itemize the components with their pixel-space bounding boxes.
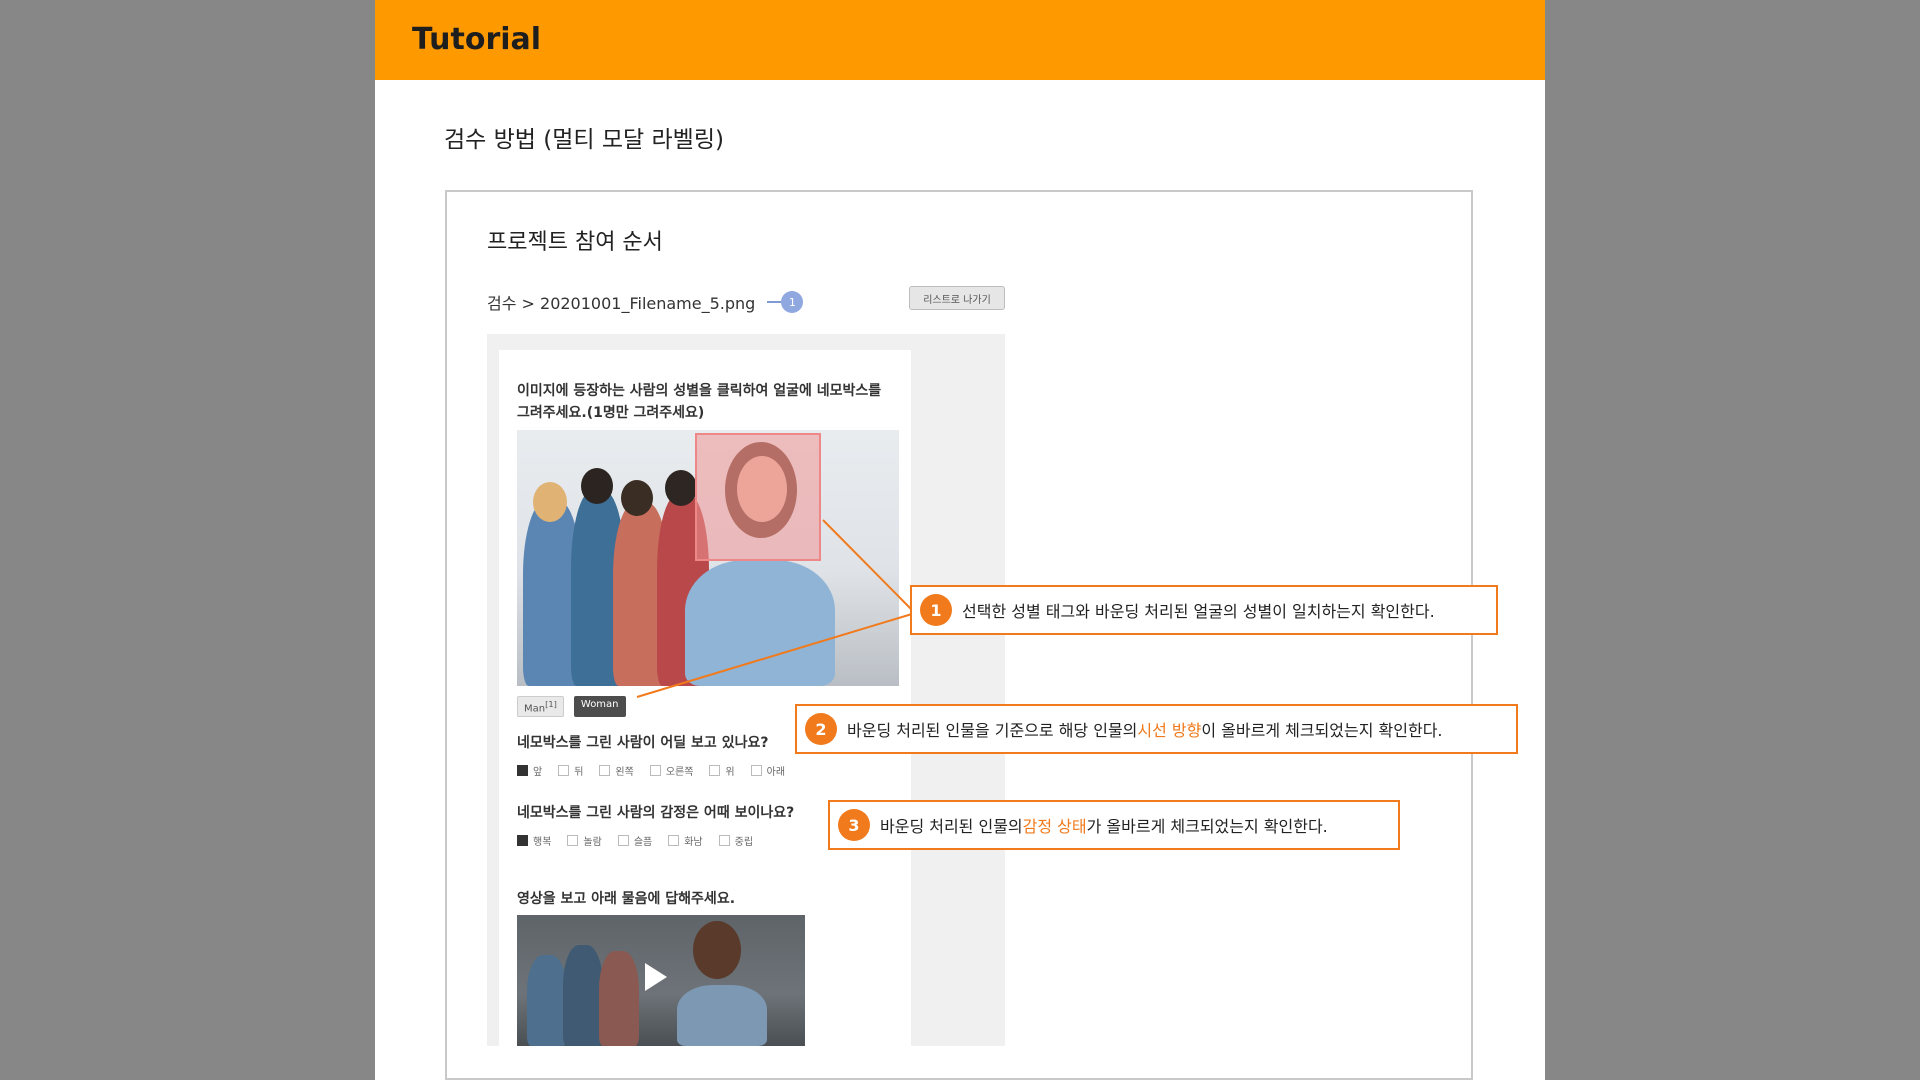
gaze-option[interactable]: 뒤	[558, 763, 583, 778]
checkbox[interactable]	[750, 765, 762, 776]
emotion-option[interactable]: 화남	[668, 833, 703, 848]
person-head	[693, 921, 741, 979]
frame-title: 프로젝트 참여 순서	[487, 230, 663, 255]
checkbox[interactable]	[617, 835, 629, 846]
tag-man-label: Man	[524, 703, 546, 715]
person-shape	[563, 945, 603, 1046]
gaze-option[interactable]: 왼쪽	[599, 763, 634, 778]
gaze-option[interactable]: 앞	[517, 763, 542, 778]
labeling-card: 이미지에 등장하는 사람의 성별을 클릭하여 얼굴에 네모박스를 그려주세요.(…	[499, 350, 911, 1046]
person-shape	[677, 985, 767, 1046]
option-label: 앞	[533, 767, 543, 778]
checkbox[interactable]	[668, 835, 680, 846]
person-head	[621, 480, 653, 516]
breadcrumb-marker: 1	[767, 291, 804, 313]
checkbox-checked[interactable]	[517, 835, 528, 846]
callout-text: 선택한 성별 태그와 바운딩 처리된 얼굴의 성별이 일치하는지 확인한다.	[962, 602, 1435, 621]
option-label: 행복	[533, 837, 552, 848]
checkbox[interactable]	[649, 765, 661, 776]
screenshot-frame: 프로젝트 참여 순서 검수 > 20201001_Filename_5.png …	[445, 190, 1473, 1080]
callout-number: 2	[805, 713, 837, 745]
question-gaze: 네모박스를 그린 사람이 어딜 보고 있나요?	[517, 735, 769, 751]
slide-header: Tutorial	[375, 0, 1545, 80]
emotion-option[interactable]: 놀람	[567, 833, 602, 848]
content-panel: 이미지에 등장하는 사람의 성별을 클릭하여 얼굴에 네모박스를 그려주세요.(…	[487, 334, 1005, 1046]
option-label: 아래	[766, 767, 786, 778]
video-question-title: 영상을 보고 아래 물음에 답해주세요.	[517, 891, 736, 907]
gaze-option[interactable]: 오른쪽	[649, 763, 694, 778]
option-label: 중립	[734, 837, 754, 848]
callout-3: 3 바운딩 처리된 인물의 감정 상태 가 올바르게 체크되었는지 확인한다.	[828, 800, 1400, 850]
person-head	[533, 482, 567, 522]
emotion-option[interactable]: 행복	[517, 833, 551, 848]
checkbox[interactable]	[709, 765, 721, 776]
gender-tags: Man[1] Woman	[517, 696, 626, 718]
emotion-option[interactable]: 중립	[718, 833, 754, 848]
callout-number: 3	[838, 809, 870, 841]
gaze-options: 앞 뒤 왼쪽 오른쪽 위 아래	[517, 763, 785, 778]
option-label: 뒤	[574, 767, 584, 778]
callout-highlight: 감정 상태	[1022, 817, 1087, 836]
tutorial-slide: Tutorial 검수 방법 (멀티 모달 라벨링) 프로젝트 참여 순서 검수…	[375, 0, 1545, 1080]
slide-title: Tutorial	[412, 22, 542, 57]
face-bounding-box[interactable]	[695, 433, 821, 561]
person-head	[581, 468, 613, 504]
marker-badge: 1	[781, 291, 804, 313]
section-title: 검수 방법 (멀티 모달 라벨링)	[444, 127, 724, 153]
callout-2: 2 바운딩 처리된 인물을 기준으로 해당 인물의 시선 방향 이 올바르게 체크…	[795, 704, 1518, 754]
option-label: 위	[725, 767, 735, 778]
callout-text: 바운딩 처리된 인물을 기준으로 해당 인물의	[847, 721, 1138, 740]
callout-highlight: 시선 방향	[1137, 721, 1202, 740]
option-label: 놀람	[583, 837, 602, 848]
checkbox-checked[interactable]	[517, 765, 528, 776]
callout-text: 바운딩 처리된 인물의	[880, 817, 1023, 836]
callout-text-end: 이 올바르게 체크되었는지 확인한다.	[1201, 721, 1443, 740]
option-label: 화남	[684, 837, 703, 848]
play-icon[interactable]	[645, 963, 667, 991]
option-label: 슬픔	[633, 837, 653, 848]
option-label: 왼쪽	[615, 767, 634, 778]
callout-1: 1 선택한 성별 태그와 바운딩 처리된 얼굴의 성별이 일치하는지 확인한다.	[910, 585, 1498, 635]
person-shape	[685, 560, 835, 686]
breadcrumb: 검수 > 20201001_Filename_5.png 1	[487, 290, 804, 314]
person-shape	[599, 951, 639, 1046]
checkbox[interactable]	[558, 765, 570, 776]
checkbox[interactable]	[567, 835, 579, 846]
emotion-option[interactable]: 슬픔	[617, 833, 653, 848]
back-to-list-button[interactable]: 리스트로 나가기	[909, 286, 1005, 310]
question-gender-box: 이미지에 등장하는 사람의 성별을 클릭하여 얼굴에 네모박스를 그려주세요.(…	[517, 383, 882, 421]
checkbox[interactable]	[718, 835, 730, 846]
checkbox[interactable]	[599, 765, 611, 776]
callout-text-end: 가 올바르게 체크되었는지 확인한다.	[1086, 817, 1328, 836]
callout-number: 1	[920, 594, 952, 626]
question-emotion: 네모박스를 그린 사람의 감정은 어때 보이나요?	[517, 805, 795, 821]
person-shape	[527, 955, 567, 1046]
option-label: 오른쪽	[665, 767, 694, 778]
tag-man-count: [1]	[545, 699, 557, 709]
gaze-option[interactable]: 아래	[750, 763, 786, 778]
emotion-options: 행복 놀람 슬픔 화남 중립	[517, 833, 753, 848]
labeling-photo[interactable]	[517, 430, 899, 686]
breadcrumb-text: 검수 > 20201001_Filename_5.png	[487, 294, 756, 313]
marker-line	[767, 301, 782, 303]
person-head	[665, 470, 697, 506]
tag-man[interactable]: Man[1]	[517, 696, 564, 718]
tag-woman[interactable]: Woman	[573, 696, 626, 718]
video-player[interactable]	[517, 915, 805, 1046]
gaze-option[interactable]: 위	[709, 763, 735, 778]
